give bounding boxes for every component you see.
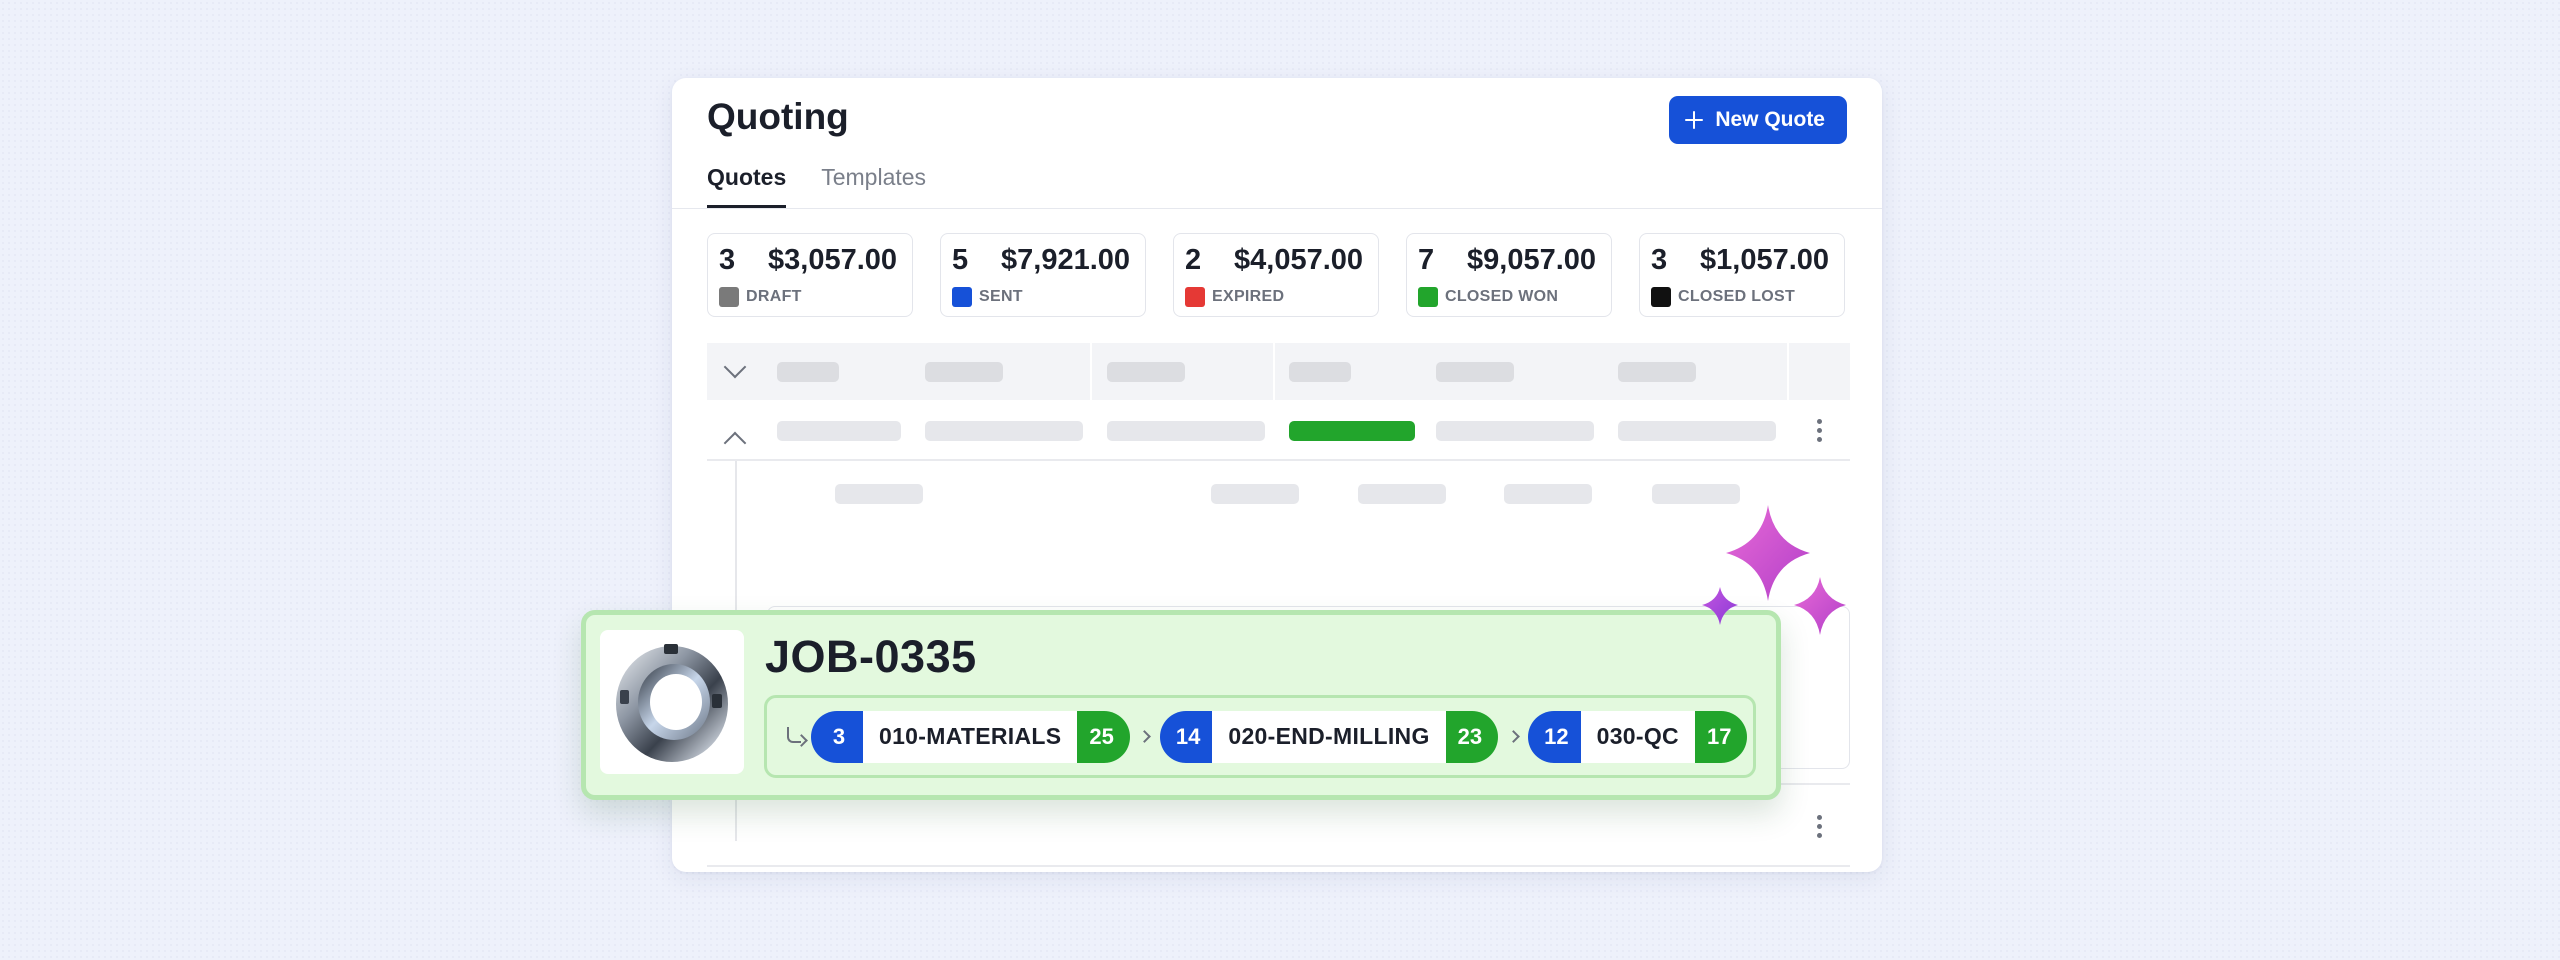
stat-closed-won[interactable]: 7 $9,057.00 CLOSED WON xyxy=(1406,233,1612,317)
column-divider xyxy=(1273,343,1275,400)
column-divider xyxy=(1090,343,1092,400)
job-card[interactable]: JOB-0335 3 010-MATERIALS 25 14 020-END-M… xyxy=(581,610,1781,800)
cell-placeholder xyxy=(1618,421,1776,441)
status-swatch xyxy=(1418,287,1438,307)
plus-icon xyxy=(1685,111,1704,129)
status-badge xyxy=(1289,421,1415,441)
cell-placeholder xyxy=(1107,421,1265,441)
header-placeholder xyxy=(1618,362,1696,382)
header-placeholder xyxy=(777,362,839,382)
operation-left-count: 12 xyxy=(1528,710,1581,763)
kebab-menu-icon[interactable] xyxy=(1817,815,1822,839)
stat-amount: $9,057.00 xyxy=(1467,244,1597,276)
bearing-part-icon xyxy=(616,644,728,762)
new-quote-label: New Quote xyxy=(1715,108,1825,131)
operation-right-count: 17 xyxy=(1694,710,1748,763)
column-divider xyxy=(1787,343,1789,400)
operation-name: 010-MATERIALS xyxy=(863,710,1078,763)
stat-label: SENT xyxy=(979,288,1023,305)
subheader-placeholder xyxy=(835,484,923,504)
stat-amount: $4,057.00 xyxy=(1234,244,1364,276)
operation-name: 030-QC xyxy=(1580,710,1695,763)
status-swatch xyxy=(952,287,972,307)
header-placeholder xyxy=(1436,362,1514,382)
row-divider xyxy=(707,459,1850,461)
operation-left-count: 3 xyxy=(811,710,863,763)
tabs-divider xyxy=(672,208,1882,209)
stat-label: EXPIRED xyxy=(1212,288,1285,305)
operation-name: 020-END-MILLING xyxy=(1212,710,1446,763)
stat-count: 3 xyxy=(1651,244,1668,276)
return-arrow-icon xyxy=(783,725,807,749)
stat-label: CLOSED WON xyxy=(1445,288,1559,305)
cell-placeholder xyxy=(925,421,1083,441)
status-swatch xyxy=(719,287,739,307)
stat-draft[interactable]: 3 $3,057.00 DRAFT xyxy=(707,233,913,317)
subheader-placeholder xyxy=(1504,484,1592,504)
stat-amount: $1,057.00 xyxy=(1700,244,1830,276)
operation-chip[interactable]: 12 030-QC 17 xyxy=(1528,710,1748,763)
cell-placeholder xyxy=(777,421,901,441)
sparkle-icon xyxy=(1702,505,1846,635)
stat-sent[interactable]: 5 $7,921.00 SENT xyxy=(940,233,1146,317)
chevron-right-icon xyxy=(1130,730,1160,743)
stat-label: CLOSED LOST xyxy=(1678,288,1796,305)
stat-count: 7 xyxy=(1418,244,1435,276)
stat-amount: $7,921.00 xyxy=(1001,244,1131,276)
operation-right-count: 25 xyxy=(1077,710,1130,763)
stat-count: 3 xyxy=(719,244,736,276)
header-placeholder xyxy=(925,362,1003,382)
stat-count: 5 xyxy=(952,244,969,276)
subheader-placeholder xyxy=(1358,484,1446,504)
stat-count: 2 xyxy=(1185,244,1202,276)
cell-placeholder xyxy=(1436,421,1594,441)
new-quote-button[interactable]: New Quote xyxy=(1669,96,1847,144)
operation-right-count: 23 xyxy=(1445,710,1499,763)
status-swatch xyxy=(1185,287,1205,307)
stat-label: DRAFT xyxy=(746,288,802,305)
header-placeholder xyxy=(1107,362,1185,382)
page-title: Quoting xyxy=(707,96,849,137)
header-placeholder xyxy=(1289,362,1351,382)
tab-quotes[interactable]: Quotes xyxy=(707,164,787,209)
status-summary: 3 $3,057.00 DRAFT 5 $7,921.00 SENT 2 $4,057… xyxy=(707,233,1845,317)
operation-chip[interactable]: 14 020-END-MILLING 23 xyxy=(1159,710,1499,763)
part-thumbnail xyxy=(600,630,744,774)
operations-track: 3 010-MATERIALS 25 14 020-END-MILLING 23… xyxy=(764,695,1756,778)
job-title: JOB-0335 xyxy=(765,631,977,682)
stat-expired[interactable]: 2 $4,057.00 EXPIRED xyxy=(1173,233,1379,317)
stat-amount: $3,057.00 xyxy=(768,244,898,276)
row-divider xyxy=(707,865,1850,867)
kebab-menu-icon[interactable] xyxy=(1817,419,1822,443)
operation-left-count: 14 xyxy=(1159,710,1213,763)
tab-templates[interactable]: Templates xyxy=(821,164,926,209)
subheader-placeholder xyxy=(1211,484,1299,504)
chevron-up-icon[interactable] xyxy=(723,431,747,455)
stat-closed-lost[interactable]: 3 $1,057.00 CLOSED LOST xyxy=(1639,233,1845,317)
status-swatch xyxy=(1651,287,1671,307)
tab-bar: Quotes Templates xyxy=(707,164,926,209)
chevron-right-icon xyxy=(1498,730,1528,743)
operation-chip[interactable]: 3 010-MATERIALS 25 xyxy=(811,710,1130,763)
